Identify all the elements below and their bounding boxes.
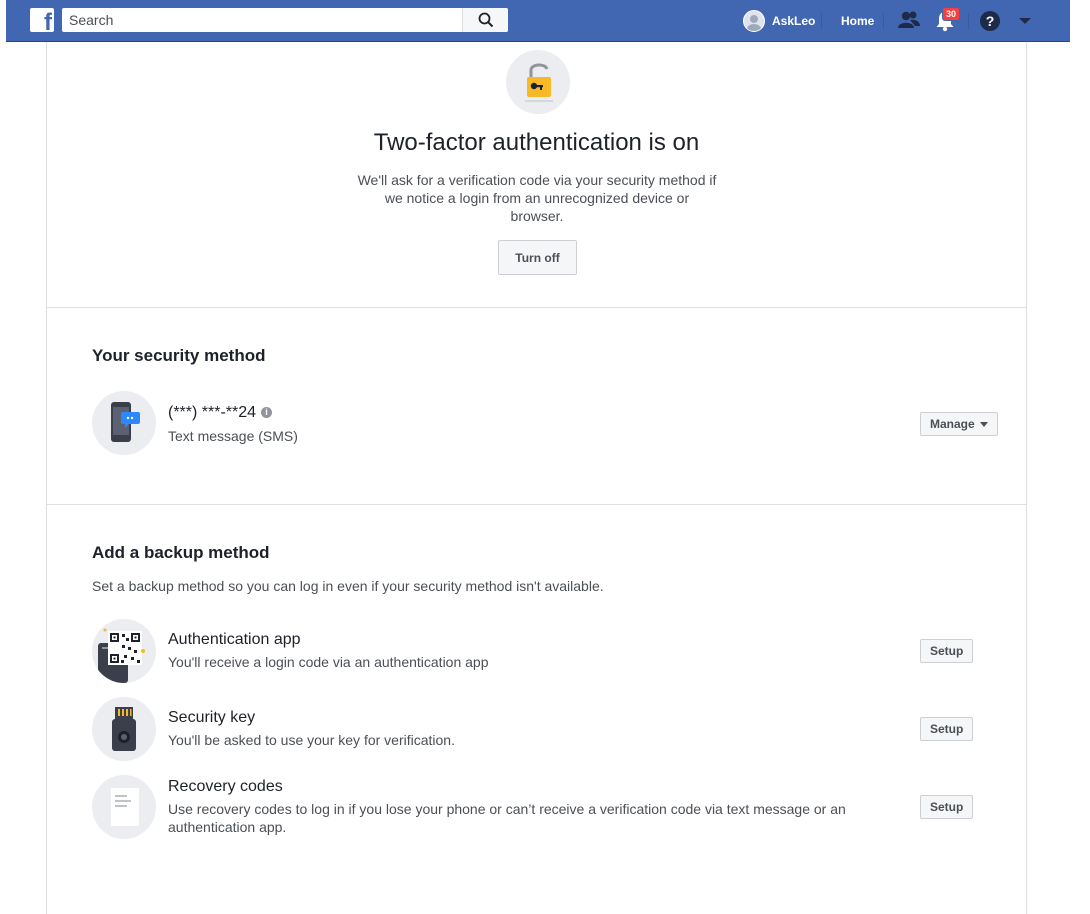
section-divider [47,504,1026,505]
search-icon [478,12,494,28]
security-method-phone: (***) ***-**24 i [168,404,273,422]
authentication-app-description: You'll receive a login code via an authe… [168,654,489,670]
security-key-setup-button[interactable]: Setup [920,717,974,741]
home-link[interactable]: Home [841,14,874,28]
authentication-app-title: Authentication app [168,631,301,648]
unlocked-padlock-icon [525,63,553,102]
security-method-type: Text message (SMS) [168,428,298,444]
nav-divider [821,13,822,29]
status-description: We'll ask for a verification code via yo… [357,172,717,224]
notification-badge: 30 [942,7,961,21]
phone-message-icon [111,402,140,442]
section-divider [47,307,1026,308]
top-navigation-bar: f AskLeo Home 30 ? [6,0,1070,42]
turn-off-button[interactable]: Turn off [498,240,577,275]
account-menu-chevron-down-icon[interactable] [1018,17,1032,25]
security-key-description: You'll be asked to use your key for veri… [168,732,455,748]
friend-requests-icon[interactable] [898,10,920,30]
authentication-app-setup-button[interactable]: Setup [920,639,974,663]
security-method-heading: Your security method [92,346,266,365]
usb-security-key-icon [112,707,136,751]
authentication-app-illustration [92,619,156,683]
recovery-codes-setup-button[interactable]: Setup [920,795,974,819]
search-input[interactable] [62,8,462,32]
manage-button-label: Manage [930,417,975,431]
manage-button[interactable]: Manage [920,412,998,436]
search-button[interactable] [462,8,508,32]
facebook-logo-icon[interactable]: f [30,8,54,32]
svg-text:?: ? [986,13,995,29]
backup-method-description: Set a backup method so you can log in ev… [92,578,604,594]
document-icon [111,788,139,826]
sms-method-illustration [92,391,156,455]
page-title: Two-factor authentication is on [373,129,700,156]
profile-name: AskLeo [772,14,816,28]
nav-divider [883,13,884,29]
two-factor-settings-card: Two-factor authentication is on We'll as… [46,42,1027,914]
profile-link[interactable]: AskLeo [743,10,815,32]
lock-illustration [506,50,570,114]
avatar [743,10,765,32]
help-icon[interactable]: ? [979,10,1001,32]
security-key-illustration [92,697,156,761]
chevron-down-icon [979,422,988,427]
security-key-title: Security key [168,709,256,726]
search-box [62,8,508,32]
nav-divider [968,13,969,29]
backup-method-heading: Add a backup method [92,543,270,562]
recovery-codes-description: Use recovery codes to log in if you lose… [168,801,846,835]
info-icon[interactable]: i [261,407,273,418]
recovery-codes-title: Recovery codes [168,778,283,795]
qr-code-phone-icon [98,628,145,683]
masked-phone-number: (***) ***-**24 [168,404,257,421]
recovery-codes-illustration [92,775,156,839]
